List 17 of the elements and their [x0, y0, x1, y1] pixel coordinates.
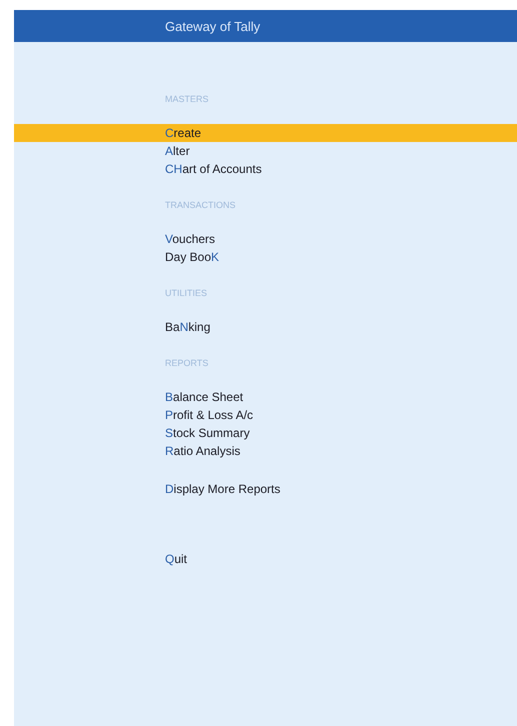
menu-item[interactable]: CHart of Accounts	[14, 160, 517, 178]
menu-item[interactable]: Create	[14, 124, 517, 142]
menu-item[interactable]: Balance Sheet	[14, 388, 517, 406]
menu-item[interactable]: Ratio Analysis	[14, 442, 517, 460]
menu-item[interactable]: Quit	[14, 550, 517, 568]
menu-item[interactable]: Day BooK	[14, 248, 517, 266]
menu-item[interactable]: Profit & Loss A/c	[14, 406, 517, 424]
section-heading: REPORTS	[164, 357, 210, 370]
section-heading: TRANSACTIONS	[164, 199, 237, 212]
window-title: Gateway of Tally	[14, 10, 517, 42]
section-heading: MASTERS	[164, 93, 210, 106]
section-heading: UTILITIES	[164, 287, 208, 300]
menu-item[interactable]: Display More Reports	[14, 480, 517, 498]
menu-item[interactable]: Vouchers	[14, 230, 517, 248]
menu-item[interactable]: BaNking	[14, 318, 517, 336]
menu-item[interactable]: Alter	[14, 142, 517, 160]
menu-item[interactable]: Stock Summary	[14, 424, 517, 442]
